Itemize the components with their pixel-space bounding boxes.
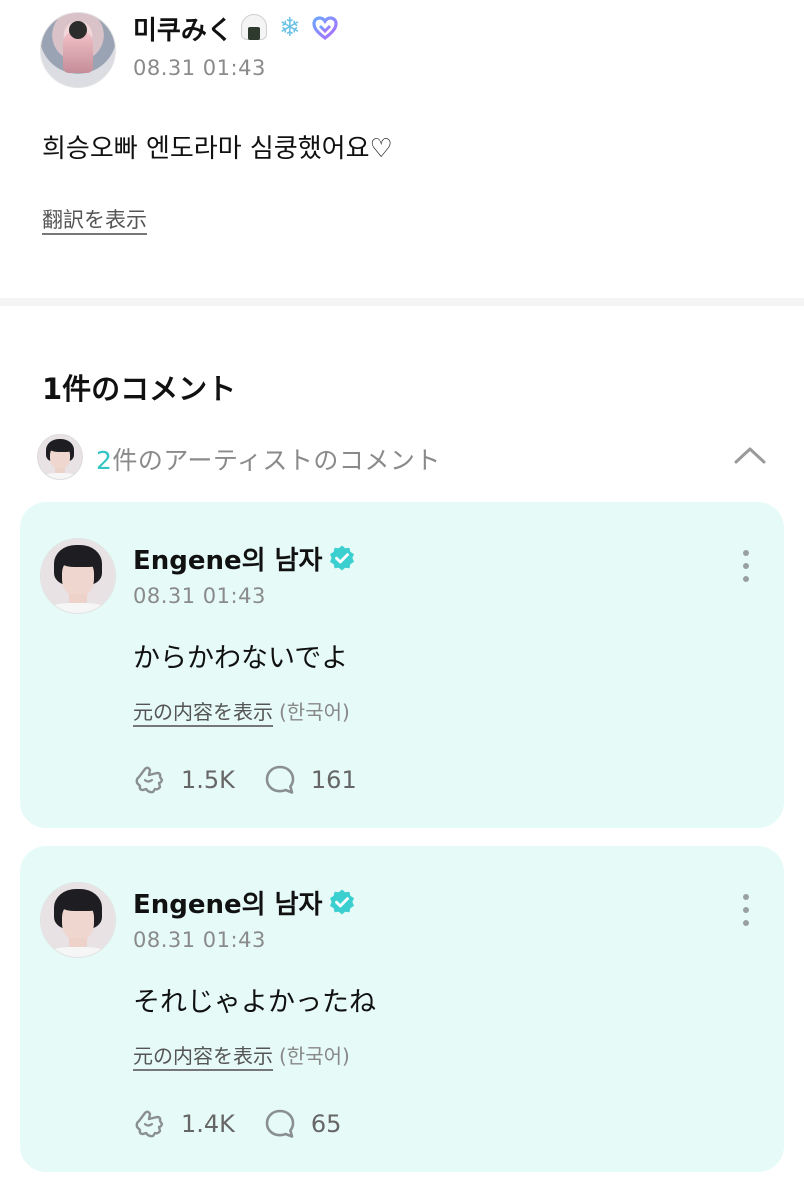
post-timestamp: 08.31 01:43 [133, 56, 266, 80]
show-original-link[interactable]: 元の内容を表示 [133, 700, 273, 724]
artist-comment-card: Engene의 남자 08.31 01:43 からかわないでよ 元の内容を表示(… [20, 502, 784, 828]
post-author-row: 미쿠みく ❄ [133, 10, 339, 46]
comment-body: からかわないでよ [133, 643, 349, 674]
more-options-icon[interactable] [738, 548, 754, 584]
verified-badge-icon [330, 545, 355, 571]
post-author-name[interactable]: 미쿠みく [133, 10, 233, 47]
artist-comment-card: Engene의 남자 08.31 01:43 それじゃよかったね 元の内容を表示… [20, 846, 784, 1172]
comment-author-name[interactable]: Engene의 남자 [133, 540, 322, 577]
like-count: 1.5K [181, 766, 235, 794]
original-language-label: (한국어) [279, 700, 350, 724]
comment-author-avatar[interactable] [40, 882, 116, 958]
like-icon[interactable] [133, 763, 167, 797]
rice-ball-icon [239, 14, 269, 42]
comment-author-row: Engene의 남자 [133, 540, 356, 576]
reply-count: 65 [310, 1110, 342, 1138]
comment-timestamp: 08.31 01:43 [133, 928, 266, 952]
comment-stats: 1.4K 65 [133, 1106, 341, 1142]
artist-comments-count: 2 [96, 446, 113, 475]
verified-badge-icon [330, 889, 355, 915]
avatar-head [69, 21, 87, 39]
artist-comments-label: 2件のアーティストのコメント [96, 441, 441, 477]
section-divider [0, 298, 804, 306]
snowflake-icon: ❄ [278, 13, 301, 43]
post-body: 희승오빠 엔도라마 심쿵했어요♡ [42, 134, 393, 164]
post: 미쿠みく ❄ 08.31 01:43 희승오빠 엔도라마 심쿵했어요♡ 翻訳を表… [0, 0, 804, 298]
original-content-row: 元の内容を表示 (한국어) [133, 1040, 350, 1069]
artist-comments-text: 件のアーティストのコメント [112, 446, 441, 475]
comment-body: それじゃよかったね [133, 987, 376, 1018]
comment-timestamp: 08.31 01:43 [133, 584, 266, 608]
original-content-row: 元の内容を表示 (한국어) [133, 696, 350, 725]
artist-comments-toggle[interactable]: 2件のアーティストのコメント [0, 432, 804, 482]
like-count: 1.4K [181, 1110, 235, 1138]
chevron-up-icon[interactable] [730, 440, 770, 470]
original-language-label: (한국어) [279, 1044, 350, 1068]
comment-stats: 1.5K 161 [133, 762, 357, 798]
reply-icon[interactable] [263, 1107, 297, 1141]
comments-count-title: 1件のコメント [42, 372, 237, 406]
show-translation-link[interactable]: 翻訳を表示 [42, 204, 147, 234]
artist-mini-avatar [37, 434, 83, 480]
comment-author-row: Engene의 남자 [133, 884, 356, 920]
like-icon[interactable] [133, 1107, 167, 1141]
reply-count: 161 [310, 766, 357, 794]
show-original-link[interactable]: 元の内容を表示 [133, 1044, 273, 1068]
heart-logo-icon [312, 16, 338, 41]
reply-icon[interactable] [263, 763, 297, 797]
comment-author-avatar[interactable] [40, 538, 116, 614]
more-options-icon[interactable] [738, 892, 754, 928]
comment-author-name[interactable]: Engene의 남자 [133, 884, 322, 921]
post-author-avatar[interactable] [40, 12, 116, 88]
